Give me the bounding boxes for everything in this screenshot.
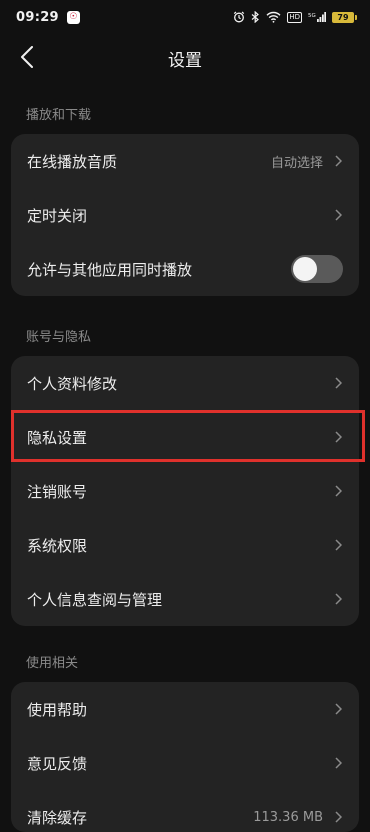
svg-text:5G: 5G [308,13,316,19]
battery-icon: 79 [332,11,357,23]
chevron-right-icon [333,155,343,167]
setting-item-system-permissions[interactable]: 系统权限 [11,518,359,572]
nav-bar: 设置 [0,34,370,78]
signal-icon: 5G [308,11,326,23]
chevron-right-icon [333,703,343,715]
page-title: 设置 [168,51,202,71]
setting-item-profile-edit[interactable]: 个人资料修改 [11,356,359,410]
chevron-right-icon [333,593,343,605]
settings-card-account: 个人资料修改 隐私设置 注销账号 系统权限 个人信息查阅与管理 [11,356,359,626]
app-notification-icon: ☉ [66,10,80,24]
setting-item-label: 注销账号 [27,482,88,501]
wifi-icon [266,11,281,23]
status-bar: 09:29 ☉ HD 5G 79 [0,0,370,34]
setting-item-personal-info[interactable]: 个人信息查阅与管理 [11,572,359,626]
bluetooth-icon [251,11,260,23]
setting-item-help[interactable]: 使用帮助 [11,682,359,736]
chevron-right-icon [333,811,343,823]
setting-item-sleep-timer[interactable]: 定时关闭 [11,188,359,242]
mix-playback-toggle[interactable] [291,255,343,283]
setting-item-label: 使用帮助 [27,700,88,719]
section-label-account: 账号与隐私 [26,330,92,345]
setting-item-mix-playback: 允许与其他应用同时播放 [11,242,359,296]
settings-card-usage: 使用帮助 意见反馈 清除缓存 113.36 MB [11,682,359,832]
setting-item-label: 清除缓存 [27,808,88,827]
setting-item-label: 个人资料修改 [27,374,118,393]
chevron-right-icon [333,485,343,497]
setting-item-value: 自动选择 [270,155,323,171]
toggle-knob [293,257,317,281]
chevron-right-icon [333,377,343,389]
setting-item-label: 在线播放音质 [27,152,118,171]
chevron-right-icon [333,757,343,769]
setting-item-label: 意见反馈 [27,754,88,773]
hd-icon: HD [287,11,302,23]
section-label-playback: 播放和下载 [26,108,92,123]
chevron-right-icon [333,539,343,551]
setting-item-label: 系统权限 [27,536,88,555]
setting-item-delete-account[interactable]: 注销账号 [11,464,359,518]
setting-item-label: 允许与其他应用同时播放 [27,260,193,279]
setting-item-label: 定时关闭 [27,206,88,225]
status-icons: HD 5G 79 [233,11,357,23]
settings-card-playback: 在线播放音质 自动选择 定时关闭 允许与其他应用同时播放 [11,134,359,296]
section-label-usage: 使用相关 [26,656,79,671]
setting-item-feedback[interactable]: 意见反馈 [11,736,359,790]
setting-item-clear-cache[interactable]: 清除缓存 113.36 MB [11,790,359,832]
setting-item-online-quality[interactable]: 在线播放音质 自动选择 [11,134,359,188]
chevron-right-icon [333,209,343,221]
setting-item-value: 113.36 MB [253,809,323,825]
highlight-box [11,410,365,462]
status-time: 09:29 [16,9,59,25]
alarm-icon [233,11,245,23]
setting-item-label: 个人信息查阅与管理 [27,590,163,609]
